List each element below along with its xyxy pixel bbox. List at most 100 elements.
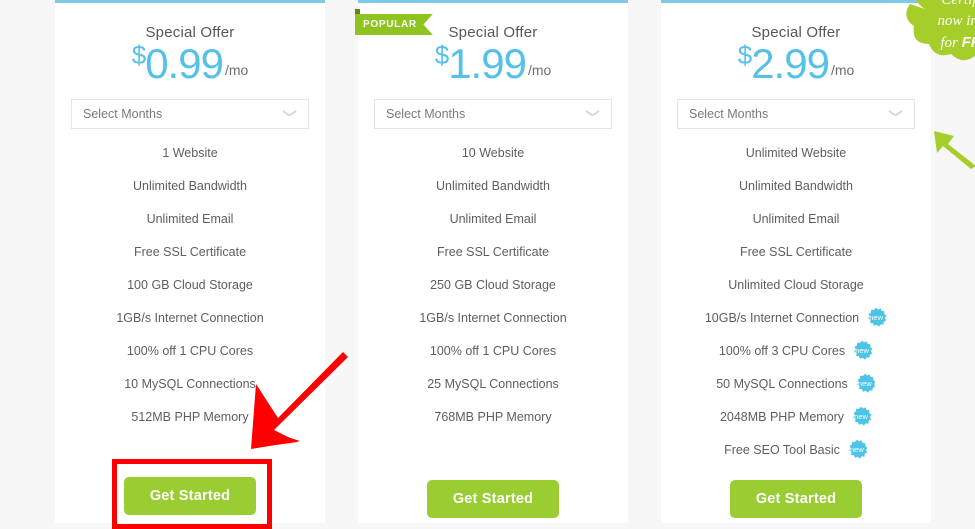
chevron-down-icon (283, 110, 296, 118)
pricing-card-popular: POPULAR Special Offer $1.99/mo Select Mo… (355, 0, 628, 523)
price-period: /mo (224, 62, 249, 78)
feature-label: 2048MB PHP Memory (719, 410, 845, 424)
price-amount: 0.99 (145, 40, 224, 87)
feature-item: Free SSL Certificate (661, 236, 931, 269)
feature-label: Unlimited Website (745, 146, 847, 160)
popular-badge: POPULAR (355, 14, 433, 35)
feature-item: Free SSL Certificate (358, 236, 628, 269)
select-months-value: Select Months (689, 107, 769, 121)
feature-item: 512MB PHP Memory (55, 401, 325, 434)
feature-label: 1GB/s Internet Connection (419, 311, 567, 325)
feature-list: 1 Website Unlimited Bandwidth Unlimited … (55, 137, 325, 434)
feature-item: 250 GB Cloud Storage (358, 269, 628, 302)
new-badge-icon: new (865, 307, 887, 329)
feature-item: Unlimited Email (661, 203, 931, 236)
new-badge-label: new (850, 445, 864, 454)
feature-label: Unlimited Cloud Storage (728, 278, 864, 292)
splash-line-3-bold: FR (961, 34, 975, 51)
get-started-button[interactable]: Get Started (426, 480, 560, 518)
feature-item: 100% off 1 CPU Cores (358, 335, 628, 368)
feature-item: Free SSL Certificate (55, 236, 325, 269)
feature-item: Unlimited Website (661, 137, 931, 170)
feature-label: 768MB PHP Memory (434, 410, 552, 424)
feature-label: Free SSL Certificate (133, 245, 247, 259)
select-months-value: Select Months (83, 107, 163, 121)
feature-item: Unlimited Bandwidth (661, 170, 931, 203)
feature-item: 100% off 3 CPU Cores new (661, 335, 931, 368)
new-badge-label: new (855, 346, 869, 355)
new-badge-icon: new (851, 340, 873, 362)
feature-item: Unlimited Bandwidth (55, 170, 325, 203)
price-currency: $ (737, 40, 753, 70)
feature-label: 1GB/s Internet Connection (116, 311, 264, 325)
feature-item: 10 MySQL Connections (55, 368, 325, 401)
pricing-card-basic: Special Offer $0.99/mo Select Months 1 W… (55, 0, 325, 523)
feature-item: 768MB PHP Memory (358, 401, 628, 434)
feature-item: Unlimited Cloud Storage (661, 269, 931, 302)
feature-label: Unlimited Bandwidth (739, 179, 853, 193)
feature-label: 10GB/s Internet Connection (704, 311, 860, 325)
pricing-plans-page: Special Offer $0.99/mo Select Months 1 W… (0, 0, 975, 529)
feature-label: 50 MySQL Connections (716, 377, 848, 391)
feature-item: Free SEO Tool Basic new (661, 434, 931, 467)
get-started-button[interactable]: Get Started (729, 480, 863, 518)
cta-container: Get Started (55, 477, 325, 515)
new-badge-label: new (869, 313, 883, 322)
new-badge-icon: new (850, 406, 872, 428)
select-months-dropdown[interactable]: Select Months (677, 99, 915, 129)
new-badge-label: new (854, 412, 868, 421)
feature-label: 100% off 1 CPU Cores (429, 344, 557, 358)
price-row: $0.99/mo (55, 42, 325, 85)
feature-label: Unlimited Bandwidth (436, 179, 550, 193)
feature-item: Unlimited Bandwidth (358, 170, 628, 203)
feature-label: Unlimited Email (752, 212, 840, 226)
feature-label: 10 Website (461, 146, 525, 160)
feature-item: 10 Website (358, 137, 628, 170)
feature-item: 1 Website (55, 137, 325, 170)
splash-line-3-prefix: for (940, 35, 962, 51)
cta-container: Get Started (358, 480, 628, 518)
feature-item: 2048MB PHP Memory new (661, 401, 931, 434)
feature-label: 100 GB Cloud Storage (127, 278, 253, 292)
feature-item: 1GB/s Internet Connection (358, 302, 628, 335)
feature-label: 250 GB Cloud Storage (430, 278, 556, 292)
price-currency: $ (434, 40, 450, 70)
new-badge-icon: new (854, 373, 876, 395)
select-months-value: Select Months (386, 107, 466, 121)
feature-item: Unlimited Email (55, 203, 325, 236)
green-arrow-icon (932, 126, 975, 170)
get-started-button[interactable]: Get Started (123, 477, 257, 515)
select-months-dropdown[interactable]: Select Months (71, 99, 309, 129)
feature-label: 100% off 1 CPU Cores (126, 344, 254, 358)
new-badge-label: new (857, 379, 872, 388)
feature-item: 1GB/s Internet Connection (55, 302, 325, 335)
price-row: $2.99/mo (661, 42, 931, 85)
pricing-card-premium: Special Offer $2.99/mo Select Months Unl… (661, 0, 931, 523)
price-amount: 1.99 (448, 40, 527, 87)
price-period: /mo (527, 62, 552, 78)
feature-label: Free SSL Certificate (436, 245, 550, 259)
new-badge-icon: new (846, 439, 868, 461)
feature-label: 10 MySQL Connections (124, 377, 256, 391)
price-period: /mo (830, 62, 855, 78)
offer-label: Special Offer (751, 24, 841, 41)
select-months-dropdown[interactable]: Select Months (374, 99, 612, 129)
feature-label: 100% off 3 CPU Cores (718, 344, 846, 358)
feature-item: 100% off 1 CPU Cores (55, 335, 325, 368)
feature-label: 25 MySQL Connections (427, 377, 559, 391)
price-currency: $ (131, 40, 147, 70)
chevron-down-icon (586, 110, 599, 118)
feature-item: 50 MySQL Connections new (661, 368, 931, 401)
feature-label: Unlimited Email (449, 212, 537, 226)
feature-label: Free SSL Certificate (739, 245, 853, 259)
feature-label: Free SEO Tool Basic (724, 443, 840, 457)
feature-label: 512MB PHP Memory (131, 410, 249, 424)
feature-label: 1 Website (162, 146, 218, 160)
feature-item: 25 MySQL Connections (358, 368, 628, 401)
feature-item: 100 GB Cloud Storage (55, 269, 325, 302)
offer-label: Special Offer (145, 24, 235, 41)
feature-label: Unlimited Bandwidth (133, 179, 247, 193)
price-row: $1.99/mo (358, 42, 628, 85)
price-amount: 2.99 (751, 40, 830, 87)
feature-item: 10GB/s Internet Connection new (661, 302, 931, 335)
